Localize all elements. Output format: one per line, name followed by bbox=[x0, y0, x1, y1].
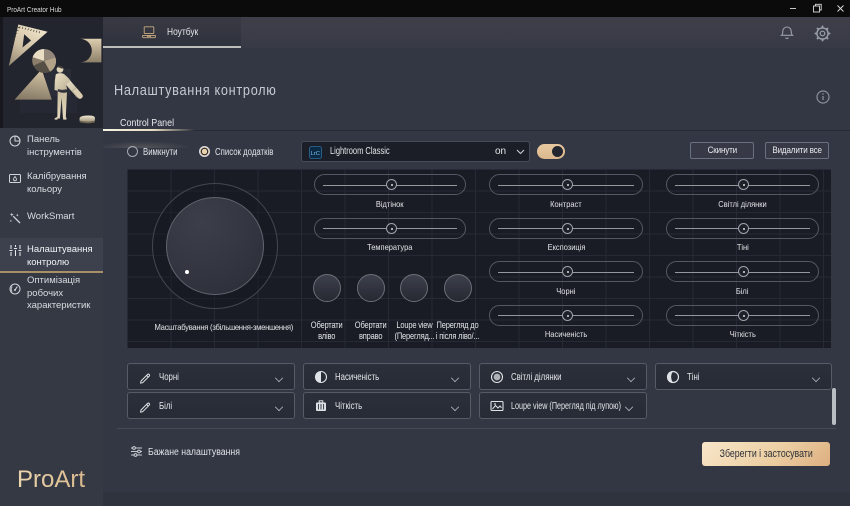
svg-text:LrC: LrC bbox=[311, 151, 320, 157]
svg-text:ProArt: ProArt bbox=[17, 466, 85, 492]
